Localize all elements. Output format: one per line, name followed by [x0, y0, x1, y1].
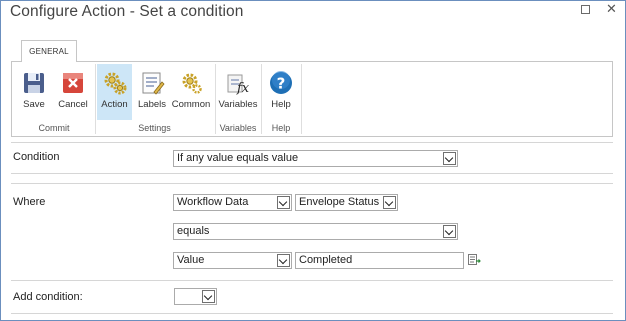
- value-input[interactable]: Completed: [295, 252, 464, 269]
- chevron-down-icon: [277, 196, 290, 209]
- chevron-down-icon: [383, 196, 396, 209]
- save-icon: [21, 70, 47, 96]
- group-label-variables: Variables: [219, 123, 257, 133]
- value-type-select[interactable]: Value: [173, 252, 292, 269]
- action-label: Action: [101, 99, 128, 110]
- gears-icon: [102, 70, 128, 96]
- chevron-down-icon: [202, 290, 215, 303]
- action-button[interactable]: Action: [97, 64, 132, 120]
- help-button[interactable]: ? Help: [263, 64, 299, 120]
- labels-icon: [139, 70, 165, 96]
- labels-label: Labels: [138, 99, 166, 110]
- condition-label: Condition: [13, 151, 60, 163]
- gear-icon: [178, 70, 204, 96]
- maximize-icon[interactable]: [581, 5, 590, 14]
- value-type-select-value: Value: [177, 254, 205, 266]
- ribbon-group-settings: Action Labels Common Settings: [96, 62, 213, 137]
- help-label: Help: [271, 99, 291, 110]
- value-input-text: Completed: [299, 254, 353, 266]
- chevron-down-icon: [443, 225, 456, 238]
- cancel-button[interactable]: Cancel: [54, 64, 92, 120]
- chevron-down-icon: [443, 152, 456, 165]
- function-icon: fx: [225, 70, 251, 96]
- cancel-icon: [60, 70, 86, 96]
- ribbon-group-help: ? Help Help: [262, 62, 300, 137]
- section-divider: [11, 183, 613, 184]
- labels-button[interactable]: Labels: [134, 64, 170, 120]
- svg-text:?: ?: [277, 75, 286, 93]
- group-label-commit: Commit: [38, 123, 70, 133]
- dialog-frame: Configure Action - Set a condition ✕ GEN…: [0, 0, 626, 321]
- dialog-title: Configure Action - Set a condition: [10, 3, 244, 20]
- group-label-settings: Settings: [138, 123, 171, 133]
- ribbon-group-commit: Save Cancel Commit: [14, 62, 94, 137]
- section-divider: [11, 142, 613, 143]
- add-condition-select[interactable]: [174, 288, 217, 305]
- common-label: Common: [171, 99, 211, 110]
- save-label: Save: [23, 99, 45, 110]
- source-select-value: Workflow Data: [177, 196, 249, 208]
- help-icon: ?: [268, 70, 294, 96]
- chevron-down-icon: [277, 254, 290, 267]
- save-button[interactable]: Save: [16, 64, 52, 120]
- group-divider: [301, 64, 302, 134]
- group-label-help: Help: [271, 123, 291, 133]
- section-divider: [11, 313, 613, 314]
- field-select[interactable]: Envelope Status: [295, 194, 398, 211]
- svg-text:fx: fx: [236, 81, 250, 96]
- tab-general[interactable]: GENERAL: [21, 40, 77, 62]
- section-divider: [11, 173, 613, 174]
- ribbon: GENERAL Save Cancel Commit Action Labels…: [11, 40, 613, 138]
- field-select-value: Envelope Status: [299, 196, 380, 208]
- variables-button[interactable]: fx Variables: [217, 64, 259, 120]
- lookup-builder-icon[interactable]: [468, 254, 481, 265]
- source-select[interactable]: Workflow Data: [173, 194, 292, 211]
- cancel-label: Cancel: [58, 99, 88, 110]
- variables-label: Variables: [218, 99, 258, 110]
- where-label: Where: [13, 196, 46, 208]
- operator-select-value: equals: [177, 225, 210, 237]
- ribbon-panel: Save Cancel Commit Action Labels Common …: [11, 61, 613, 137]
- ribbon-group-variables: fx Variables Variables: [216, 62, 260, 137]
- common-button[interactable]: Common: [171, 64, 211, 120]
- condition-select[interactable]: If any value equals value: [173, 150, 458, 167]
- section-divider: [11, 280, 613, 281]
- close-icon[interactable]: ✕: [606, 2, 617, 15]
- operator-select[interactable]: equals: [173, 223, 458, 240]
- add-condition-label: Add condition:: [13, 291, 83, 303]
- condition-select-value: If any value equals value: [177, 152, 299, 164]
